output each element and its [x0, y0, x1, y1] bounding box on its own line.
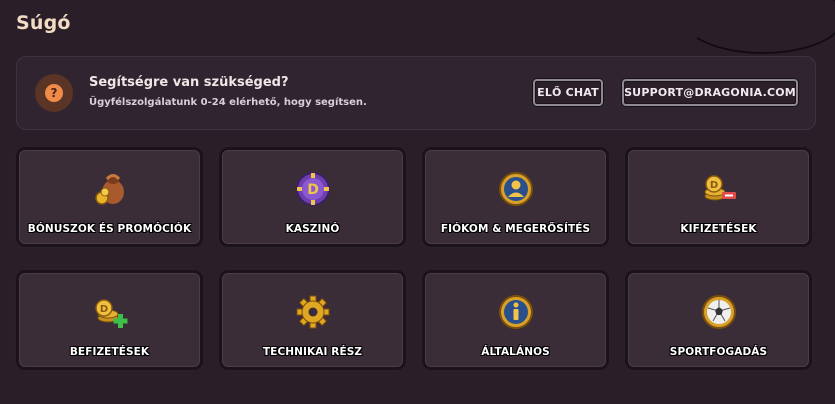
svg-text:D: D — [99, 304, 107, 315]
category-label: KIFIZETÉSEK — [680, 223, 757, 235]
deposit-coins-icon: D — [91, 293, 129, 331]
category-general[interactable]: ÁLTALÁNOS — [422, 270, 609, 370]
question-icon: ? — [35, 74, 73, 112]
category-label: FIÓKOM & MEGERŐSÍTÉS — [440, 223, 591, 235]
category-account[interactable]: FIÓKOM & MEGERŐSÍTÉS — [422, 147, 609, 247]
support-banner: ? Segítségre van szükséged? Ügyfélszolgá… — [16, 56, 816, 130]
category-label: SPORTFOGADÁS — [669, 346, 768, 358]
svg-text:D: D — [709, 180, 717, 191]
live-chat-button[interactable]: ELŐ CHAT — [533, 79, 603, 106]
category-technical[interactable]: TECHNIKAI RÉSZ — [219, 270, 406, 370]
money-bag-icon — [91, 170, 129, 208]
info-icon — [497, 293, 535, 331]
decorative-curve — [681, 0, 835, 54]
category-label: ÁLTALÁNOS — [481, 346, 550, 358]
category-label: KASZINÓ — [285, 223, 340, 235]
category-casino[interactable]: D KASZINÓ — [219, 147, 406, 247]
support-title: Segítségre van szükséged? — [89, 75, 289, 90]
casino-chip-icon: D — [294, 170, 332, 208]
support-subtitle: Ügyfélszolgálatunk 0-24 elérhető, hogy s… — [89, 97, 367, 108]
page-title: Súgó — [16, 12, 71, 34]
support-email-button[interactable]: SUPPORT@DRAGONIA.COM — [622, 79, 798, 106]
soccer-ball-icon — [700, 293, 738, 331]
category-bonuses[interactable]: BÓNUSZOK ÉS PROMÓCIÓK — [16, 147, 203, 247]
category-withdrawals[interactable]: D KIFIZETÉSEK — [625, 147, 812, 247]
withdraw-coins-icon: D — [700, 170, 738, 208]
gear-icon — [294, 293, 332, 331]
category-label: TECHNIKAI RÉSZ — [262, 346, 363, 358]
account-icon — [497, 170, 535, 208]
category-sports-betting[interactable]: SPORTFOGADÁS — [625, 270, 812, 370]
category-label: BÓNUSZOK ÉS PROMÓCIÓK — [27, 223, 192, 235]
category-deposits[interactable]: D BEFIZETÉSEK — [16, 270, 203, 370]
svg-text:D: D — [307, 182, 319, 198]
category-label: BEFIZETÉSEK — [69, 346, 150, 358]
